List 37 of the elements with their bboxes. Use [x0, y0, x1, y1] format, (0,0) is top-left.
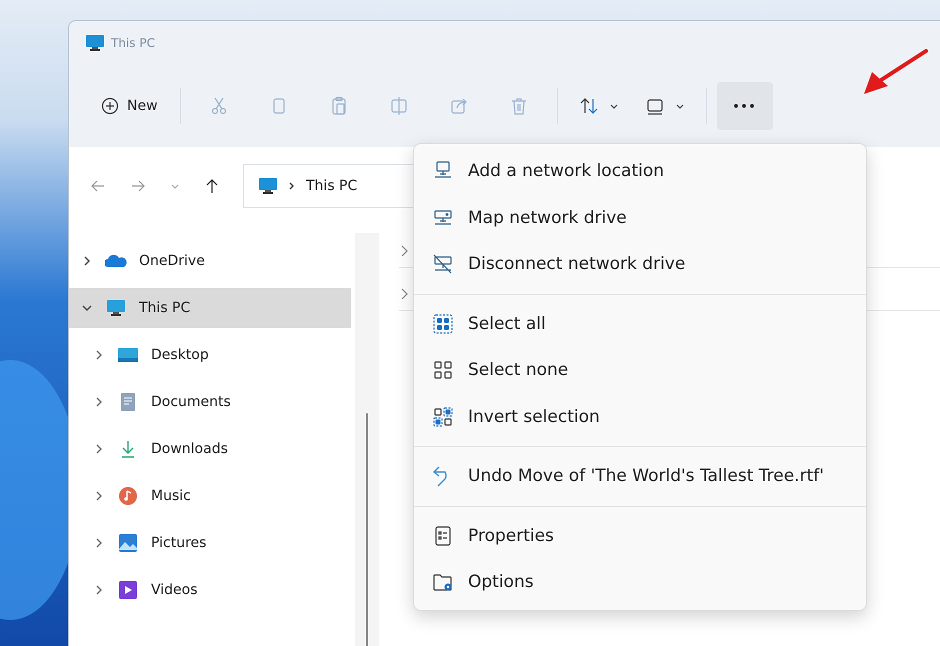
sort-icon [578, 96, 599, 116]
sidebar-item[interactable]: Pictures [69, 523, 351, 563]
pictures-icon [117, 533, 139, 553]
menu-item[interactable]: Options [414, 559, 866, 606]
menu-item[interactable]: Properties [414, 512, 866, 559]
rename-icon [388, 96, 409, 116]
disconnect-icon [432, 253, 454, 276]
computer-icon [105, 299, 127, 317]
more-options-button[interactable]: ••• [716, 82, 773, 130]
sidebar-item[interactable]: This PC [69, 288, 351, 328]
menu-item[interactable]: Invert selection [414, 394, 866, 440]
chevron-icon [288, 181, 296, 191]
breadcrumb[interactable]: This PC [306, 178, 358, 194]
videos-icon [117, 580, 139, 600]
desktop-icon [117, 345, 139, 365]
computer-icon [85, 34, 105, 52]
sidebar-item[interactable]: Documents [69, 382, 351, 422]
menu-item[interactable]: Select all [414, 300, 866, 347]
select-none-icon [432, 359, 454, 382]
sidebar-item[interactable]: Downloads [69, 429, 351, 469]
menu-item[interactable]: Select none [414, 347, 866, 394]
sidebar-item[interactable]: Music [69, 476, 351, 516]
computer-icon [258, 177, 278, 195]
menu-item[interactable]: Disconnect network drive [414, 241, 866, 288]
sidebar-item[interactable]: OneDrive [69, 241, 351, 281]
plus-icon [101, 97, 119, 115]
invert-icon [432, 406, 454, 428]
cloud-icon [105, 252, 127, 270]
menu-item[interactable]: Undo Move of 'The World's Tallest Tree.rtf' [414, 453, 866, 500]
share-icon [448, 96, 469, 116]
scrollbar-thumb[interactable] [366, 413, 368, 646]
window-title: This PC [111, 36, 155, 50]
sidebar-item[interactable]: Desktop [69, 335, 351, 375]
music-icon [117, 486, 139, 506]
sidebar-item[interactable]: Videos [69, 570, 351, 610]
new-button[interactable]: New [89, 82, 170, 130]
select-all-icon [432, 312, 454, 335]
